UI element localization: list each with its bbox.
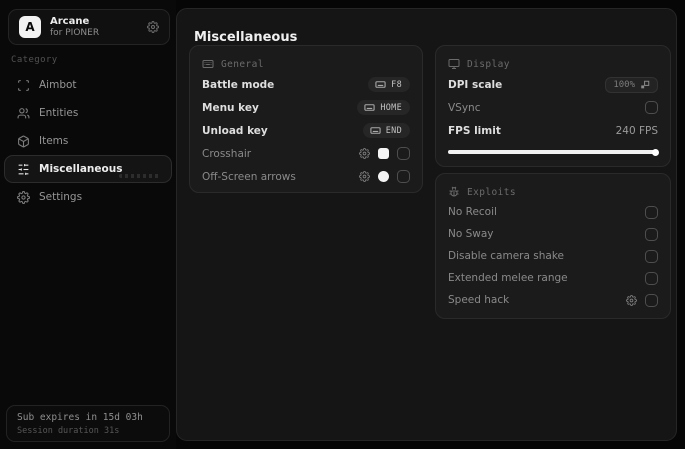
gear-icon bbox=[17, 190, 30, 204]
dpi-scale-value: 100% bbox=[613, 79, 635, 90]
app-window: A Arcane for PIONER Category Aimbot Enti… bbox=[0, 0, 685, 449]
display-card-header: Display bbox=[448, 55, 658, 73]
sidebar-item-entities[interactable]: Entities bbox=[4, 99, 172, 127]
brand-text: Arcane for PIONER bbox=[50, 16, 147, 38]
subscription-status-card: Sub expires in 15d 03h Session duration … bbox=[6, 405, 170, 442]
gear-icon[interactable] bbox=[147, 21, 159, 33]
no-sway-label: No Sway bbox=[448, 228, 494, 240]
vsync-label: VSync bbox=[448, 101, 481, 114]
scan-icon bbox=[17, 79, 30, 92]
sidebar-item-miscellaneous[interactable]: Miscellaneous bbox=[4, 155, 172, 183]
speed-hack-label: Speed hack bbox=[448, 294, 510, 306]
fps-limit-row: FPS limit 240 FPS bbox=[448, 119, 658, 142]
page-title: Miscellaneous bbox=[194, 30, 298, 45]
crosshair-row: Crosshair bbox=[202, 142, 410, 165]
offscreen-arrows-checkbox[interactable] bbox=[397, 170, 410, 183]
brand-card: A Arcane for PIONER bbox=[8, 9, 170, 45]
dpi-scale-row: DPI scale 100% bbox=[448, 73, 658, 96]
category-label: Category bbox=[11, 55, 58, 65]
disable-camera-shake-row: Disable camera shake bbox=[448, 245, 658, 267]
unload-key-label: Unload key bbox=[202, 124, 268, 137]
sidebar-item-settings[interactable]: Settings bbox=[4, 183, 172, 211]
sidebar-item-label: Items bbox=[39, 135, 69, 147]
sidebar-item-aimbot[interactable]: Aimbot bbox=[4, 71, 172, 99]
users-icon bbox=[17, 107, 30, 120]
battle-mode-row: Battle mode F8 bbox=[202, 73, 410, 96]
fps-limit-value: 240 FPS bbox=[615, 124, 658, 137]
bug-icon bbox=[448, 186, 460, 198]
exploits-header-label: Exploits bbox=[467, 186, 516, 198]
keyboard-icon bbox=[370, 125, 381, 136]
offscreen-arrows-label: Off-Screen arrows bbox=[202, 170, 296, 183]
package-icon bbox=[17, 135, 30, 148]
sidebar-item-label: Settings bbox=[39, 191, 83, 203]
brand-subtitle: for PIONER bbox=[50, 27, 100, 38]
display-card: Display DPI scale 100% VSync FPS limit 2… bbox=[435, 45, 671, 167]
gear-icon[interactable] bbox=[626, 294, 637, 306]
dpi-scale-control[interactable]: 100% bbox=[605, 76, 658, 93]
extended-melee-range-row: Extended melee range bbox=[448, 267, 658, 289]
no-sway-row: No Sway bbox=[448, 223, 658, 245]
sidebar-item-items[interactable]: Items bbox=[4, 127, 172, 155]
speed-hack-checkbox[interactable] bbox=[645, 293, 658, 307]
session-duration-text: Session duration 31s bbox=[17, 425, 120, 436]
fps-slider-knob[interactable] bbox=[652, 148, 659, 156]
fps-slider-track-fill bbox=[448, 150, 658, 154]
crosshair-checkbox[interactable] bbox=[397, 147, 410, 160]
sidebar-item-label: Aimbot bbox=[39, 79, 77, 91]
gear-icon[interactable] bbox=[359, 171, 370, 182]
menu-key-row: Menu key HOME bbox=[202, 96, 410, 119]
no-recoil-checkbox[interactable] bbox=[645, 205, 658, 219]
keyboard-icon bbox=[364, 102, 375, 113]
keyboard-icon bbox=[375, 79, 386, 90]
battle-mode-label: Battle mode bbox=[202, 78, 275, 91]
keyboard-icon bbox=[202, 58, 214, 70]
dpi-scale-label: DPI scale bbox=[448, 78, 503, 91]
display-header-label: Display bbox=[467, 58, 510, 70]
exploits-card-header: Exploits bbox=[448, 183, 658, 201]
extended-melee-range-checkbox[interactable] bbox=[645, 271, 658, 285]
vsync-checkbox[interactable] bbox=[645, 101, 658, 114]
sidebar: A Arcane for PIONER Category Aimbot Enti… bbox=[0, 0, 176, 449]
crosshair-color-swatch[interactable] bbox=[378, 148, 389, 159]
crosshair-label: Crosshair bbox=[202, 147, 252, 160]
sidebar-nav: Aimbot Entities Items Miscellaneous Sett… bbox=[4, 71, 172, 211]
offscreen-arrows-color-swatch[interactable] bbox=[378, 171, 389, 182]
unload-key-row: Unload key END bbox=[202, 119, 410, 142]
monitor-icon bbox=[448, 58, 460, 70]
sub-expiry-text: Sub expires in 15d 03h bbox=[17, 412, 143, 423]
main-panel: Miscellaneous General Battle mode F8 Men… bbox=[176, 8, 677, 441]
general-card: General Battle mode F8 Menu key HOME Unl… bbox=[189, 45, 423, 193]
selected-item-dots-decoration bbox=[119, 174, 161, 178]
fps-limit-label: FPS limit bbox=[448, 124, 501, 137]
vsync-row: VSync bbox=[448, 96, 658, 119]
general-header-label: General bbox=[221, 58, 264, 70]
exploits-card: Exploits No Recoil No Sway Disable camer… bbox=[435, 173, 671, 319]
unload-key-keybind[interactable]: END bbox=[362, 123, 410, 138]
disable-camera-shake-label: Disable camera shake bbox=[448, 250, 564, 262]
extended-melee-range-label: Extended melee range bbox=[448, 272, 568, 284]
no-recoil-row: No Recoil bbox=[448, 201, 658, 223]
battle-mode-keybind[interactable]: F8 bbox=[368, 77, 410, 92]
general-card-header: General bbox=[202, 55, 410, 73]
brand-logo: A bbox=[19, 16, 41, 38]
no-sway-checkbox[interactable] bbox=[645, 227, 658, 241]
no-recoil-label: No Recoil bbox=[448, 206, 497, 218]
disable-camera-shake-checkbox[interactable] bbox=[645, 249, 658, 263]
offscreen-arrows-row: Off-Screen arrows bbox=[202, 165, 410, 188]
sidebar-item-label: Miscellaneous bbox=[39, 163, 123, 175]
brand-name: Arcane bbox=[50, 16, 90, 28]
fps-limit-slider[interactable] bbox=[448, 148, 659, 156]
scale-icon bbox=[640, 80, 650, 90]
sidebar-item-label: Entities bbox=[39, 107, 79, 119]
menu-key-label: Menu key bbox=[202, 101, 259, 114]
speed-hack-row: Speed hack bbox=[448, 289, 658, 311]
sliders-icon bbox=[17, 163, 30, 176]
menu-key-keybind[interactable]: HOME bbox=[357, 100, 410, 115]
gear-icon[interactable] bbox=[359, 148, 370, 159]
